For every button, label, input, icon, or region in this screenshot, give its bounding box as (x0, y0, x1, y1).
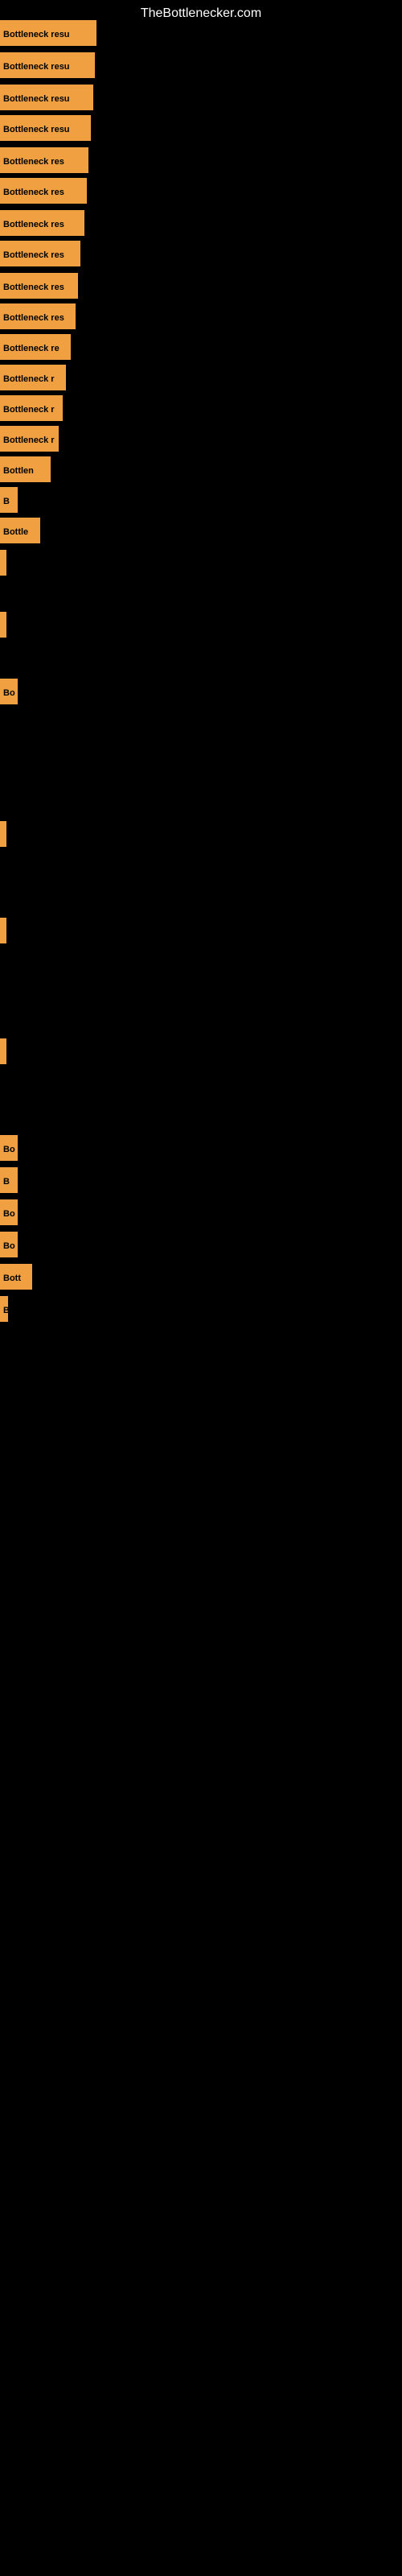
bar-item: Bottleneck res (0, 303, 76, 329)
bar-item: Bottleneck r (0, 395, 63, 421)
bar-item: Bottleneck resu (0, 115, 91, 141)
bar-item (0, 918, 4, 943)
bar-item: Bottleneck res (0, 147, 88, 173)
bar-item: Bottleneck resu (0, 52, 95, 78)
bar-label: Bo (0, 679, 18, 704)
bar-label: Bottleneck re (0, 334, 71, 360)
bar-item: B (0, 487, 18, 513)
bar-label: Bo (0, 1199, 18, 1225)
bar-label: B (0, 1296, 8, 1322)
bar-item: Bottle (0, 518, 40, 543)
bar-label (0, 821, 6, 847)
bar-label: Bottleneck res (0, 273, 78, 299)
bar-label: Bottleneck resu (0, 115, 91, 141)
bar-label: Bottleneck r (0, 426, 59, 452)
bar-label (0, 1038, 6, 1064)
bar-label: Bottleneck res (0, 178, 87, 204)
bar-item: Bo (0, 1135, 18, 1161)
bar-label: Bottleneck resu (0, 85, 93, 110)
bar-item: B (0, 1296, 8, 1322)
bar-item: Bottleneck r (0, 426, 59, 452)
bar-label (0, 612, 6, 638)
bar-item: Bott (0, 1264, 32, 1290)
bar-item: Bottleneck res (0, 273, 78, 299)
bar-label (0, 550, 6, 576)
bar-item: Bottlen (0, 456, 51, 482)
bar-label: Bottle (0, 518, 40, 543)
bar-item (0, 612, 4, 638)
bar-label (0, 918, 6, 943)
bar-label: Bottleneck r (0, 395, 63, 421)
bar-label: Bottleneck resu (0, 52, 95, 78)
bar-label: Bottleneck res (0, 241, 80, 266)
bar-item: Bottleneck res (0, 178, 87, 204)
bar-item: Bo (0, 1199, 18, 1225)
bar-label: B (0, 1167, 18, 1193)
bar-label: Bo (0, 1232, 18, 1257)
bar-item (0, 821, 4, 847)
bar-item (0, 1038, 4, 1064)
bar-item: Bottleneck resu (0, 20, 96, 46)
bar-item: Bottleneck resu (0, 85, 93, 110)
bar-label: Bott (0, 1264, 32, 1290)
bar-item: Bottleneck re (0, 334, 71, 360)
bar-label: Bottleneck res (0, 147, 88, 173)
bar-label: Bottleneck res (0, 303, 76, 329)
bar-item (0, 550, 4, 576)
bar-label: Bottleneck res (0, 210, 84, 236)
bar-item: Bo (0, 679, 18, 704)
bar-item: Bo (0, 1232, 18, 1257)
bar-label: Bottlen (0, 456, 51, 482)
bar-item: B (0, 1167, 18, 1193)
bar-label: B (0, 487, 18, 513)
bar-label: Bottleneck r (0, 365, 66, 390)
bar-item: Bottleneck res (0, 241, 80, 266)
bar-label: Bo (0, 1135, 18, 1161)
bar-label: Bottleneck resu (0, 20, 96, 46)
bar-item: Bottleneck res (0, 210, 84, 236)
bar-item: Bottleneck r (0, 365, 66, 390)
